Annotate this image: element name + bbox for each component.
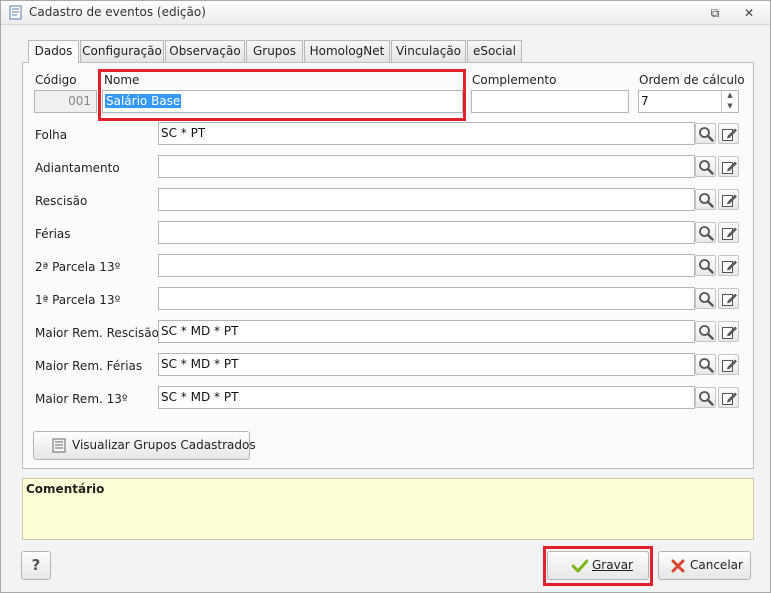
- edit-icon[interactable]: [718, 255, 739, 276]
- search-icon[interactable]: [695, 222, 716, 243]
- tab-homolognet[interactable]: HomologNet: [304, 40, 390, 62]
- save-label: Gravar: [592, 558, 633, 572]
- help-button[interactable]: ?: [21, 551, 51, 580]
- formula-field[interactable]: SC * PT: [158, 122, 695, 145]
- title-bar: Cadastro de eventos (edição) ⧉ ✕: [1, 1, 770, 25]
- complemento-field[interactable]: [471, 90, 629, 113]
- nome-label: Nome: [104, 73, 140, 87]
- x-icon: [671, 559, 685, 573]
- cancel-label: Cancelar: [690, 558, 743, 572]
- edit-icon[interactable]: [718, 123, 739, 144]
- formula-label: Maior Rem. Férias: [35, 359, 143, 373]
- search-icon[interactable]: [695, 354, 716, 375]
- edit-icon[interactable]: [718, 387, 739, 408]
- app-icon: [9, 5, 22, 20]
- view-groups-button[interactable]: Visualizar Grupos Cadastrados: [33, 431, 256, 460]
- edit-icon[interactable]: [718, 321, 739, 342]
- tab-configuracao[interactable]: Configuração: [80, 40, 164, 62]
- comment-title: Comentário: [26, 482, 105, 496]
- spin-down-icon[interactable]: ▼: [722, 101, 738, 112]
- list-icon: [52, 438, 66, 453]
- codigo-field: 001: [34, 90, 97, 113]
- formula-label: 2ª Parcela 13º: [35, 260, 121, 274]
- tab-dados[interactable]: Dados: [28, 40, 79, 63]
- search-icon[interactable]: [695, 321, 716, 342]
- view-groups-label: Visualizar Grupos Cadastrados: [72, 438, 256, 452]
- save-button[interactable]: Gravar: [547, 551, 649, 580]
- formula-label: Folha: [35, 128, 68, 142]
- ordem-value: 7: [641, 94, 649, 108]
- edit-icon[interactable]: [718, 156, 739, 177]
- comment-box[interactable]: Comentário: [22, 478, 754, 540]
- check-icon: [572, 559, 588, 573]
- edit-icon[interactable]: [718, 222, 739, 243]
- tab-grupos[interactable]: Grupos: [246, 40, 303, 62]
- formula-label: Maior Rem. Rescisão: [35, 326, 159, 340]
- tab-vinculacao[interactable]: Vinculação: [391, 40, 466, 62]
- edit-icon[interactable]: [718, 288, 739, 309]
- spin-up-icon[interactable]: ▲: [722, 90, 738, 101]
- edit-icon[interactable]: [718, 354, 739, 375]
- ordem-label: Ordem de cálculo: [639, 73, 745, 87]
- restore-icon[interactable]: ⧉: [707, 5, 723, 21]
- cancel-button[interactable]: Cancelar: [658, 551, 751, 580]
- formula-field[interactable]: SC * MD * PT: [158, 386, 695, 409]
- search-icon[interactable]: [695, 387, 716, 408]
- tab-esocial[interactable]: eSocial: [467, 40, 522, 62]
- formula-label: Férias: [35, 227, 71, 241]
- formula-field[interactable]: [158, 287, 695, 310]
- window-title: Cadastro de eventos (edição): [29, 5, 206, 19]
- formula-field[interactable]: SC * MD * PT: [158, 353, 695, 376]
- edit-icon[interactable]: [718, 189, 739, 210]
- search-icon[interactable]: [695, 156, 716, 177]
- nome-value: Salário Base: [105, 94, 182, 108]
- nome-field[interactable]: Salário Base: [102, 90, 463, 113]
- formula-field[interactable]: SC * MD * PT: [158, 320, 695, 343]
- formula-label: Adiantamento: [35, 161, 120, 175]
- formula-field[interactable]: [158, 221, 695, 244]
- ordem-spinner[interactable]: ▲ ▼: [721, 90, 738, 113]
- formula-label: Maior Rem. 13º: [35, 392, 128, 406]
- formula-field[interactable]: [158, 188, 695, 211]
- formula-label: 1ª Parcela 13º: [35, 293, 121, 307]
- search-icon[interactable]: [695, 189, 716, 210]
- search-icon[interactable]: [695, 255, 716, 276]
- complemento-label: Complemento: [472, 73, 557, 87]
- tab-observacao[interactable]: Observação: [165, 40, 245, 62]
- close-icon[interactable]: ✕: [741, 5, 757, 21]
- search-icon[interactable]: [695, 123, 716, 144]
- formula-field[interactable]: [158, 155, 695, 178]
- formula-label: Rescisão: [35, 194, 88, 208]
- search-icon[interactable]: [695, 288, 716, 309]
- codigo-label: Código: [35, 73, 77, 87]
- dialog-window: Cadastro de eventos (edição) ⧉ ✕ Dados C…: [0, 0, 771, 593]
- formula-field[interactable]: [158, 254, 695, 277]
